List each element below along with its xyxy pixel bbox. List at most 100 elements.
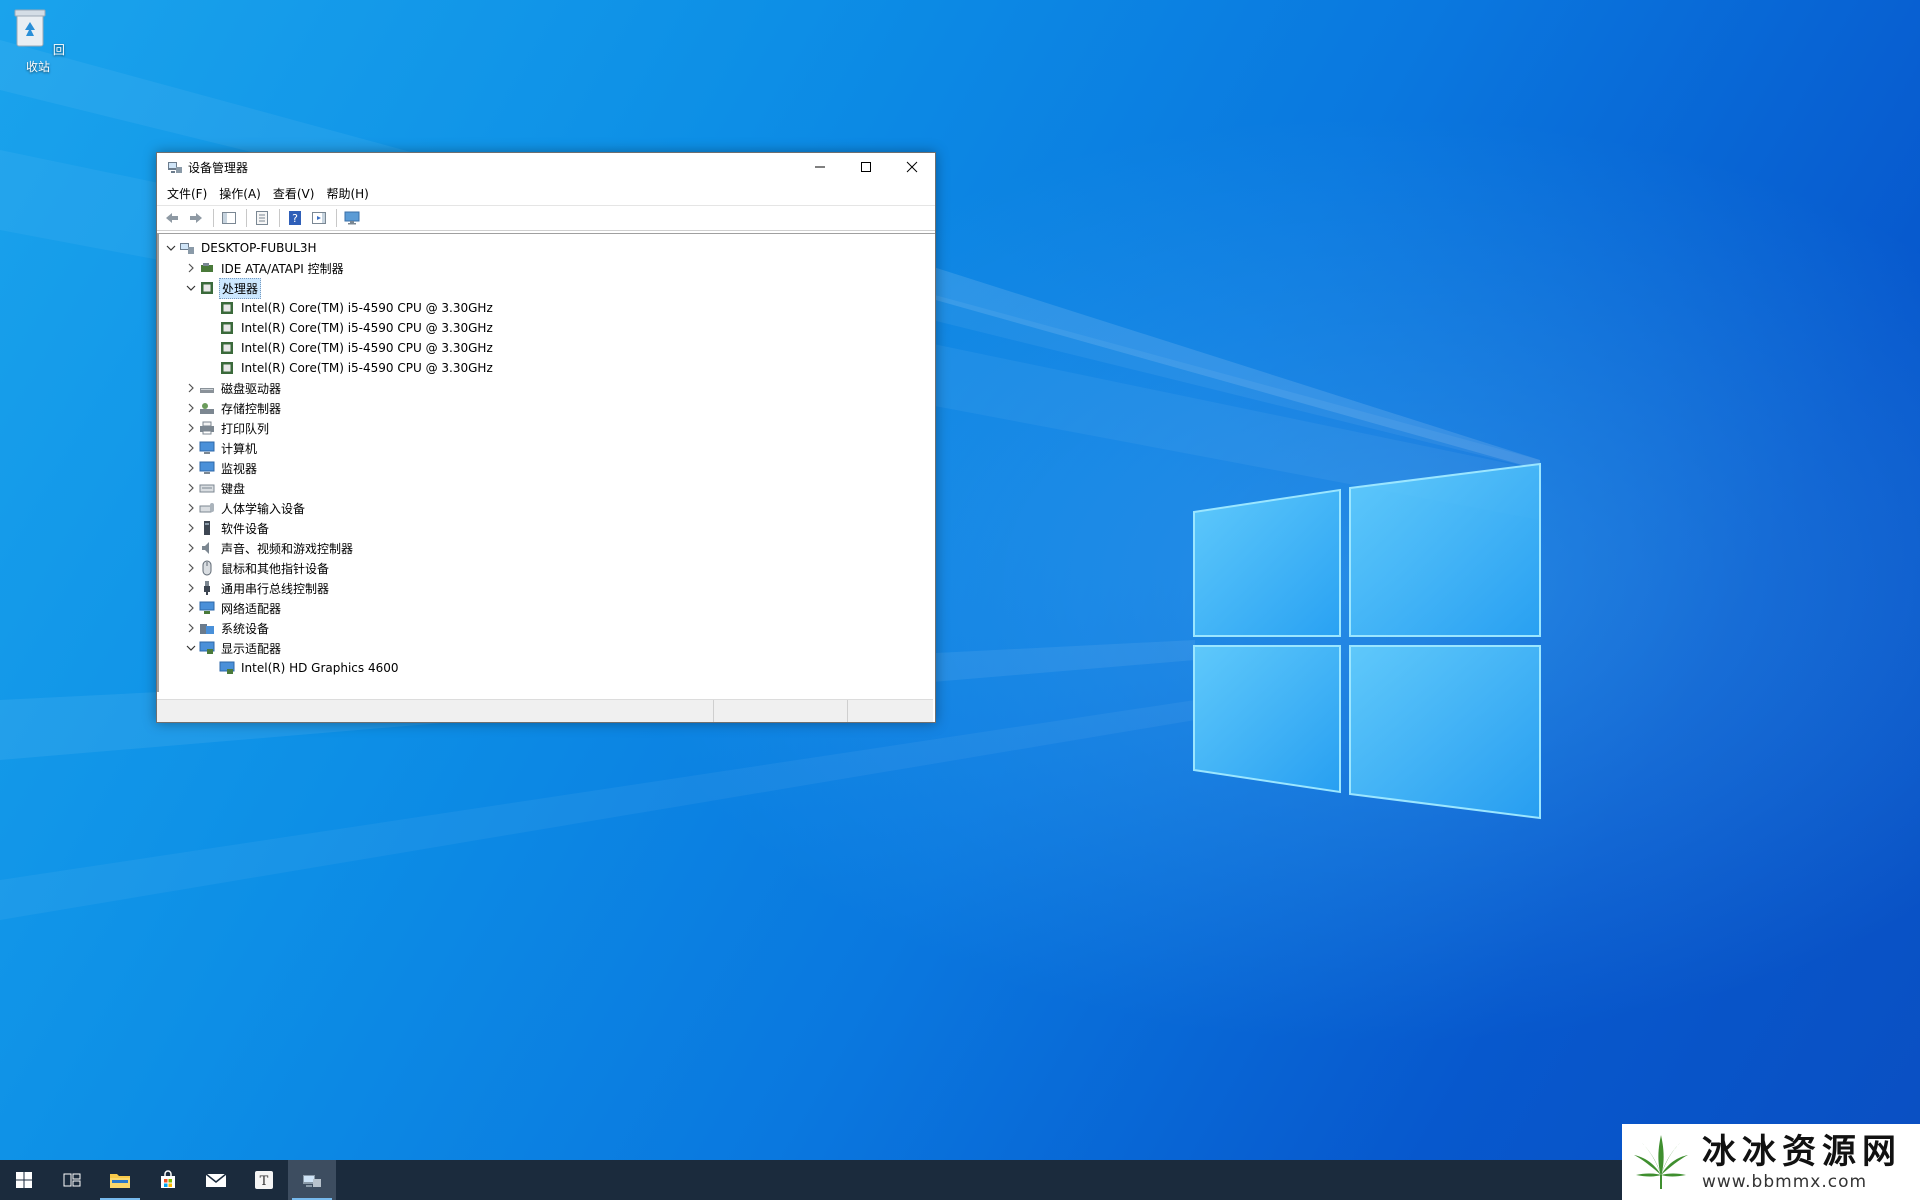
tree-item-disk-drives[interactable]: 磁盘驱动器 (159, 378, 935, 398)
help-button[interactable]: ? (284, 208, 306, 228)
chevron-down-icon[interactable] (183, 280, 199, 296)
tree-child-cpu[interactable]: Intel(R) Core(TM) i5-4590 CPU @ 3.30GHz (159, 358, 935, 378)
device-manager-icon (168, 162, 182, 173)
taskbar-typora[interactable]: T (240, 1160, 288, 1200)
tree-child-gpu[interactable]: Intel(R) HD Graphics 4600 (159, 658, 935, 678)
task-view-button[interactable] (48, 1160, 96, 1200)
tree-item-computer[interactable]: 计算机 (159, 438, 935, 458)
tree-child-cpu[interactable]: Intel(R) Core(TM) i5-4590 CPU @ 3.30GHz (159, 338, 935, 358)
back-arrow-icon (166, 213, 178, 223)
monitor-icon (199, 460, 215, 476)
title-bar[interactable]: 设备管理器 (157, 153, 935, 181)
chevron-right-icon[interactable] (183, 380, 199, 396)
taskbar-device-manager[interactable] (288, 1160, 336, 1200)
tree-item-label: IDE ATA/ATAPI 控制器 (221, 261, 344, 276)
tree-child-label: Intel(R) Core(TM) i5-4590 CPU @ 3.30GHz (241, 361, 493, 375)
display-adapter-icon (199, 640, 215, 656)
chevron-right-icon[interactable] (183, 580, 199, 596)
device-manager-icon (303, 1175, 321, 1187)
monitor-scan-icon (344, 211, 360, 225)
tree-item-software-devices[interactable]: 软件设备 (159, 518, 935, 538)
tree-child-cpu[interactable]: Intel(R) Core(TM) i5-4590 CPU @ 3.30GHz (159, 298, 935, 318)
tree-item-print-queues[interactable]: 打印队列 (159, 418, 935, 438)
menu-help[interactable]: 帮助(H) (324, 185, 376, 202)
tree-item-label: 通用串行总线控制器 (221, 581, 330, 596)
tree-item-label: 鼠标和其他指针设备 (221, 561, 330, 576)
watermark-url: www.bbmmx.com (1702, 1172, 1868, 1192)
back-button[interactable] (161, 208, 183, 228)
menu-bar: 文件(F) 操作(A) 查看(V) 帮助(H) (157, 181, 935, 205)
start-button[interactable] (0, 1160, 48, 1200)
tree-root[interactable]: DESKTOP-FUBUL3H (159, 238, 935, 258)
chevron-right-icon[interactable] (183, 540, 199, 556)
tree-item-usb[interactable]: 通用串行总线控制器 (159, 578, 935, 598)
chevron-right-icon[interactable] (183, 500, 199, 516)
recycle-bin-icon (14, 9, 46, 47)
tree-item-label: 键盘 (221, 481, 246, 496)
forward-button[interactable] (185, 208, 207, 228)
tree-root-label: DESKTOP-FUBUL3H (201, 241, 317, 255)
file-explorer-icon (110, 1174, 130, 1188)
tree-item-hid[interactable]: 人体学输入设备 (159, 498, 935, 518)
tree-item-processors[interactable]: 处理器 (159, 277, 935, 299)
tree-item-label: 人体学输入设备 (221, 501, 306, 516)
chevron-down-icon[interactable] (183, 640, 199, 656)
show-hide-tree-button[interactable] (218, 208, 240, 228)
status-pane-3 (848, 700, 932, 722)
tree-item-ide-controller[interactable]: IDE ATA/ATAPI 控制器 (159, 258, 935, 278)
close-icon (906, 161, 918, 173)
action-pane-icon (312, 212, 326, 224)
chevron-right-icon[interactable] (183, 560, 199, 576)
status-pane-2 (714, 700, 848, 722)
tree-child-label: Intel(R) Core(TM) i5-4590 CPU @ 3.30GHz (241, 321, 493, 335)
scan-hardware-button[interactable] (341, 208, 363, 228)
tree-item-storage-controllers[interactable]: 存储控制器 (159, 398, 935, 418)
maximize-button[interactable] (843, 153, 889, 181)
processor-icon (219, 320, 235, 336)
printer-icon (199, 420, 215, 436)
display-adapter-icon (219, 660, 235, 676)
tree-item-mice[interactable]: 鼠标和其他指针设备 (159, 558, 935, 578)
chevron-down-icon[interactable] (163, 240, 179, 256)
tree-item-display-adapters[interactable]: 显示适配器 (159, 638, 935, 658)
tree-item-label: 软件设备 (221, 521, 270, 536)
storage-controller-icon (199, 400, 215, 416)
taskbar-store[interactable] (144, 1160, 192, 1200)
minimize-icon (815, 166, 825, 168)
tree-item-sound-video[interactable]: 声音、视频和游戏控制器 (159, 538, 935, 558)
tree-child-cpu[interactable]: Intel(R) Core(TM) i5-4590 CPU @ 3.30GHz (159, 318, 935, 338)
chevron-right-icon[interactable] (183, 260, 199, 276)
minimize-button[interactable] (797, 153, 843, 181)
tree-item-label: 监视器 (221, 461, 258, 476)
menu-view[interactable]: 查看(V) (271, 185, 323, 202)
device-tree-panel[interactable]: DESKTOP-FUBUL3H IDE ATA/ATAPI 控制器 处理器 In… (157, 233, 935, 692)
tree-item-system-devices[interactable]: 系统设备 (159, 618, 935, 638)
system-device-icon (199, 620, 215, 636)
chevron-right-icon[interactable] (183, 620, 199, 636)
menu-file[interactable]: 文件(F) (165, 185, 215, 202)
properties-icon (256, 211, 268, 225)
close-button[interactable] (889, 153, 935, 181)
chevron-right-icon[interactable] (183, 480, 199, 496)
mouse-icon (199, 560, 215, 576)
action-pane-button[interactable] (308, 208, 330, 228)
tree-item-keyboards[interactable]: 键盘 (159, 478, 935, 498)
chevron-right-icon[interactable] (183, 420, 199, 436)
chevron-right-icon[interactable] (183, 460, 199, 476)
taskbar-file-explorer[interactable] (96, 1160, 144, 1200)
taskbar-mail[interactable] (192, 1160, 240, 1200)
chevron-right-icon[interactable] (183, 600, 199, 616)
maximize-icon (861, 162, 871, 172)
chevron-right-icon[interactable] (183, 520, 199, 536)
tree-item-network-adapters[interactable]: 网络适配器 (159, 598, 935, 618)
menu-action[interactable]: 操作(A) (217, 185, 269, 202)
properties-button[interactable] (251, 208, 273, 228)
tree-item-monitors[interactable]: 监视器 (159, 458, 935, 478)
chevron-right-icon[interactable] (183, 400, 199, 416)
desktop-icon-recycle-bin[interactable]: 回收站 (8, 6, 68, 75)
chevron-right-icon[interactable] (183, 440, 199, 456)
tree-item-label: 处理器 (219, 277, 262, 299)
processor-icon (219, 300, 235, 316)
tree-item-label: 打印队列 (221, 421, 270, 436)
device-manager-window[interactable]: 设备管理器 文件(F) 操作(A) 查看(V) 帮助(H) ? DESKTOP-… (156, 152, 936, 723)
